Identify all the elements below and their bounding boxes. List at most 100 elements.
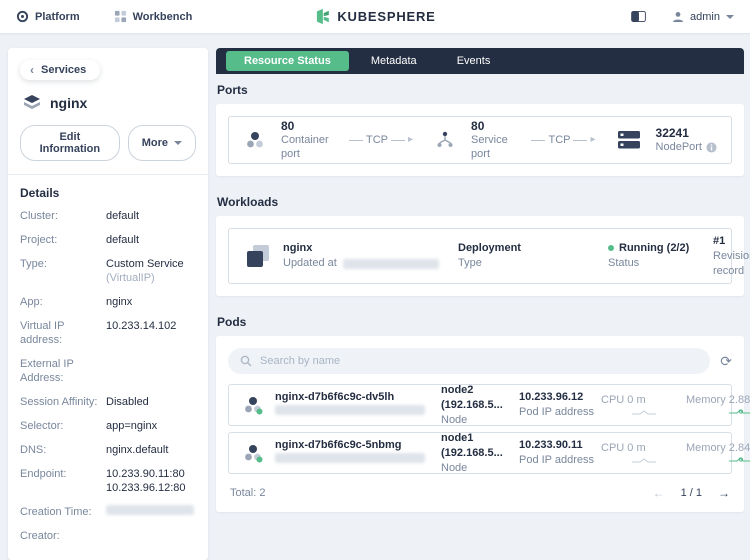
workload-name: nginx [283,242,313,254]
detail-label: Cluster: [20,210,58,222]
tab-resource-status[interactable]: Resource Status [226,51,349,71]
detail-value: nginx.default [106,444,169,456]
service-icon [22,93,42,113]
search-icon [240,355,252,367]
total-count: Total: 2 [230,487,266,499]
detail-row-project: Project: default [20,228,196,252]
arrow-right-icon: ▸ [408,134,414,145]
detail-label: External IP Address: [20,358,74,384]
protocol-flow: TCP ▸ [349,134,413,146]
pod-node-value: node1 (192.168.5... [441,431,503,459]
detail-tabbar: Resource Status Metadata Events [216,48,744,74]
kubesphere-logo[interactable]: KUBESPHERE [314,8,435,25]
detail-row-virtual-ip: Virtual IP address: 10.233.14.102 [20,314,196,352]
chevron-left-icon: ‹ [30,63,34,77]
node-port-label: NodePort [656,140,717,154]
pod-cpu-metric: CPU 0 m [601,394,686,416]
service-port-icon [433,128,457,152]
tab-metadata[interactable]: Metadata [353,51,435,71]
notification-icon[interactable] [631,11,646,22]
pod-name: nginx-d7b6f6c9c-5nbmg [275,439,402,451]
chevron-down-icon [174,141,182,145]
platform-label: Platform [35,10,80,23]
pod-icon [241,393,265,417]
detail-row-session-affinity: Session Affinity: Disabled [20,390,196,414]
detail-row-app: App: nginx [20,290,196,314]
workload-type-value: Deployment [458,242,521,254]
workload-status-label: Status [608,257,640,269]
detail-value: default [106,234,140,246]
pod-ip-col: 10.233.90.11 Pod IP address [519,438,601,468]
next-page-icon[interactable]: → [718,486,730,500]
user-menu[interactable]: admin [672,11,734,23]
detail-label: App: [20,296,43,308]
detail-value: default [106,210,140,222]
pod-node-value: node2 (192.168.5... [441,383,503,411]
detail-value: Disabled [106,396,149,408]
detail-value-extra: (VirtualIP) [106,272,155,284]
service-port-value: 80 [471,119,485,133]
refresh-icon[interactable]: ⟳ [720,354,732,368]
pod-name: nginx-d7b6f6c9c-dv5lh [275,391,395,403]
detail-row-creator: Creator: [20,524,196,548]
brand-name: KUBESPHERE [337,9,436,24]
workload-revision-value: #1 [713,234,726,247]
detail-row-external-ip: External IP Address: [20,352,196,390]
container-port-label: Container port [281,134,329,160]
edit-information-button[interactable]: Edit Information [20,125,120,161]
workload-row[interactable]: nginx Updated at Deployment Type Running… [228,228,750,284]
status-dot-icon [608,245,614,251]
detail-value: app=nginx [106,420,158,432]
detail-value: nginx [106,296,133,308]
workload-revision-col: #1 Revision record [713,234,750,279]
ports-panel: 80 Container port TCP ▸ 80 Service port T… [216,104,744,176]
pod-row[interactable]: nginx-d7b6f6c9c-5nbmg node1 (192.168.5..… [228,431,750,474]
pods-heading: Pods [217,315,247,329]
detail-label: Creator: [20,530,60,542]
service-detail-main: Resource Status Metadata Events Ports 80… [216,48,750,512]
protocol-label: TCP [548,134,571,146]
pod-node-label: Node [441,461,468,474]
platform-icon [16,10,29,23]
container-port-group: 80 Container port [281,119,329,161]
detail-label: Session Affinity: [20,396,98,408]
pod-icon [243,128,267,152]
details-heading: Details [20,186,60,200]
tab-events[interactable]: Events [439,51,509,71]
pod-row[interactable]: nginx-d7b6f6c9c-dv5lh node2 (192.168.5..… [228,383,750,426]
pods-footer: Total: 2 ← 1 / 1 → [228,484,732,500]
chevron-down-icon [726,14,734,19]
detail-row-selector: Selector: app=nginx [20,414,196,438]
detail-value: 10.233.14.102 [106,320,177,332]
workbench-menu[interactable]: Workbench [114,10,192,23]
ports-card: 80 Container port TCP ▸ 80 Service port T… [228,116,732,164]
protocol-flow: TCP ▸ [531,134,596,146]
more-label: More [141,137,168,149]
detail-value: 10.233.90.11:80 10.233.96.12:80 [106,468,186,494]
more-button[interactable]: More [127,125,196,161]
pod-ip-col: 10.233.96.12 Pod IP address [519,390,601,420]
detail-row-endpoint: Endpoint: 10.233.90.11:80 10.233.96.12:8… [20,462,196,500]
redacted-timestamp [342,258,439,269]
detail-value-redacted [106,505,194,519]
detail-label: Type: [20,258,47,270]
detail-row-dns: DNS: nginx.default [20,438,196,462]
redacted-pod-info [275,405,425,415]
pod-ip-value: 10.233.90.11 [519,439,583,451]
cpu-sparkline [631,410,656,415]
user-name: admin [690,10,720,23]
detail-value: Custom Service (VirtualIP) [106,258,184,284]
pods-search-input[interactable] [260,355,699,367]
user-avatar-icon [672,11,684,23]
pod-memory-metric: Memory 2.84 Mi [686,442,750,464]
pods-search-box[interactable] [228,348,711,374]
back-to-services-link[interactable]: ‹ Services [20,60,101,80]
info-icon[interactable] [706,141,717,153]
node-port-group: 32241 NodePort [656,126,717,154]
app-header: Platform Workbench KUBESPHERE admin [0,0,750,33]
prev-page-icon[interactable]: ← [653,486,665,500]
pod-ip-value: 10.233.96.12 [519,391,584,403]
platform-menu[interactable]: Platform [16,10,80,23]
nodes-icon [616,129,642,151]
workload-status-col: Running (2/2) Status [608,241,713,271]
